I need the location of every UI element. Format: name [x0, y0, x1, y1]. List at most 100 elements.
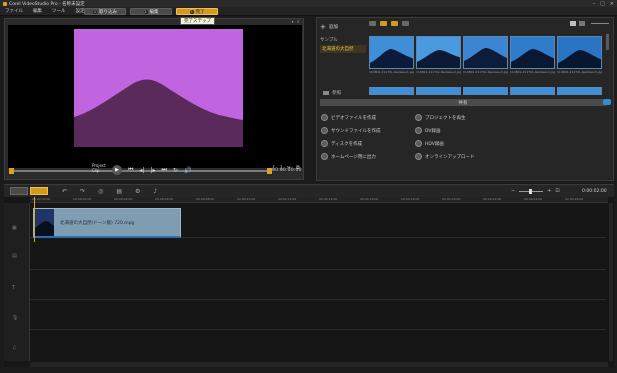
browse-button[interactable]: 参照	[323, 90, 341, 96]
video-filter-icon[interactable]	[380, 21, 387, 26]
clip-label: 北海道の大自然(ドーン版) 720.mpg	[60, 221, 135, 226]
zoom-in-icon[interactable]: +	[547, 188, 551, 194]
web-icon	[321, 153, 328, 160]
media-thumbnail[interactable]: 110801-21170L-Ikezawa-5.jpg	[557, 36, 602, 85]
minimize-button[interactable]: –	[593, 1, 596, 7]
ruler-tick: 00:00:10:00	[237, 197, 256, 201]
thumbnail-caption: 110801-21170L-Ikezawa-4.jpg	[510, 70, 555, 74]
create-disc-button[interactable]: ディスクを作成	[321, 139, 411, 148]
player-timecode[interactable]: 00:00:00:00	[272, 168, 302, 173]
menu-tools[interactable]: ツール	[47, 8, 71, 14]
share-toggle-icon[interactable]	[603, 99, 611, 105]
auto-music-icon[interactable]: ⚙	[135, 188, 140, 195]
zoom-out-icon[interactable]: −	[511, 188, 515, 194]
maximize-button[interactable]: □	[600, 1, 605, 7]
step-tabs: 1 取り込み 2 編集 3 完了	[84, 8, 218, 15]
playback-mode[interactable]: Project Clip	[92, 163, 106, 173]
time-ruler[interactable]: 00:00:00:00 00:00:02:00 00:00:04:00 00:0…	[30, 197, 608, 203]
plus-icon: +	[320, 23, 326, 31]
step-number: 2	[143, 9, 148, 14]
project-playback-button[interactable]: プロジェクトを再生	[415, 113, 505, 122]
hdv-recording-button[interactable]: HDV録画	[415, 139, 505, 148]
redo-icon[interactable]: ↷	[80, 188, 85, 195]
audio-filter-icon[interactable]	[402, 21, 409, 26]
timeline-horizontal-scrollbar[interactable]	[30, 362, 608, 367]
menu-file[interactable]: ファイル	[0, 8, 28, 14]
library-scrollbar[interactable]	[606, 34, 609, 50]
video-clip[interactable]: 北海道の大自然(ドーン版) 720.mpg	[33, 208, 181, 238]
audio-icon[interactable]: ♪	[153, 188, 157, 195]
close-button[interactable]: ×	[610, 1, 614, 7]
share-item-label: HDV録画	[425, 141, 444, 147]
volume-button[interactable]: 🔊	[184, 167, 191, 174]
track-divider	[30, 299, 606, 300]
globe-icon	[415, 153, 422, 160]
share-options-bar[interactable]: 共有	[320, 99, 606, 106]
ruler-tick: 00:00:18:00	[401, 197, 420, 201]
ruler-tick: 00:00:24:00	[524, 197, 543, 201]
share-item-label: ディスクを作成	[331, 141, 363, 147]
media-thumbnail[interactable]: 110801-21170L-Ikezawa-1.jpg	[369, 36, 414, 85]
music-track-icon[interactable]: ♫	[12, 345, 22, 352]
create-sound-file-button[interactable]: サウンドファイルを作成	[321, 126, 411, 135]
tab-label: 編集	[149, 9, 159, 15]
fit-project-icon[interactable]: ⊡	[555, 188, 559, 194]
undo-icon[interactable]: ↶	[62, 188, 67, 195]
ruler-tick: 00:00:26:00	[565, 197, 584, 201]
record-capture-icon[interactable]: ◎	[98, 188, 103, 195]
share-item-label: ホームページ用に出力	[331, 154, 376, 160]
panel-menu-icon[interactable]: ▾	[292, 19, 294, 24]
home-button[interactable]: ⏮	[128, 166, 133, 174]
timeline-vertical-scrollbar[interactable]	[609, 203, 613, 361]
video-frame	[74, 29, 243, 147]
online-upload-button[interactable]: オンラインアップロード	[415, 152, 505, 161]
previous-frame-button[interactable]: ◂|	[139, 167, 144, 174]
play-button[interactable]: ▶	[112, 165, 122, 175]
add-folder-button[interactable]: + 追加	[320, 23, 366, 31]
tab-capture[interactable]: 1 取り込み	[84, 8, 126, 15]
track-divider	[30, 269, 606, 270]
timeline-duration[interactable]: 0:00:02:00	[582, 189, 607, 194]
library-category[interactable]: サンプル	[320, 37, 366, 43]
end-button[interactable]: ⏭	[162, 166, 167, 174]
mix-icon[interactable]: ▤	[116, 188, 122, 195]
share-item-label: サウンドファイルを作成	[331, 128, 381, 134]
add-label: 追加	[328, 25, 338, 30]
create-video-file-button[interactable]: ビデオファイルを作成	[321, 113, 411, 122]
overlay-track-icon[interactable]: ▤	[12, 253, 22, 260]
thumbnail-view-icon[interactable]	[570, 21, 576, 26]
tab-share[interactable]: 3 完了	[176, 8, 218, 15]
zoom-slider[interactable]	[519, 188, 544, 194]
menu-edit[interactable]: 編集	[28, 8, 47, 14]
export-web-button[interactable]: ホームページ用に出力	[321, 152, 411, 161]
zoom-slider-knob[interactable]	[529, 188, 533, 194]
share-item-label: プロジェクトを再生	[425, 115, 466, 121]
thumbnail-size-slider[interactable]	[591, 23, 609, 24]
storyboard-view-button[interactable]	[10, 187, 28, 195]
view-toggle	[10, 187, 48, 195]
voice-track-icon[interactable]: 🎙	[12, 315, 22, 322]
film-icon	[321, 114, 328, 121]
repeat-button[interactable]: ↻	[173, 167, 178, 174]
media-folder-icon[interactable]	[369, 21, 376, 26]
panel-close-icon[interactable]: ×	[297, 19, 300, 24]
media-thumbnail[interactable]: 110801-21170L-Ikezawa-2.jpg	[416, 36, 461, 85]
preview-image	[74, 29, 243, 147]
media-thumbnail[interactable]: 110801-21170L-Ikezawa-4.jpg	[510, 36, 555, 85]
transport-controls: ▶ ⏮ ◂| |▸ ⏭ ↻ 🔊	[112, 165, 191, 175]
menu-bar: ファイル 編集 ツール 設定 1 取り込み 2 編集 3 完了	[0, 7, 617, 16]
timeline-playhead[interactable]	[34, 197, 35, 242]
media-thumbnail[interactable]: 110801-21170L-Ikezawa-3.jpg	[463, 36, 508, 85]
video-track-icon[interactable]: ▣	[12, 225, 22, 232]
clip-thumbnail	[34, 209, 54, 236]
next-frame-button[interactable]: |▸	[150, 167, 155, 174]
dv-recording-button[interactable]: DV録画	[415, 126, 505, 135]
list-view-icon[interactable]	[579, 21, 585, 26]
timeline-toolbar: ↶ ↷ ◎ ▤ ⚙ ♪ − + ⊡ 0:00:02:00	[4, 184, 614, 197]
title-track-icon[interactable]: T	[12, 285, 22, 292]
share-item-label: ビデオファイルを作成	[331, 115, 376, 121]
photo-filter-icon[interactable]	[391, 21, 398, 26]
tab-edit[interactable]: 2 編集	[130, 8, 172, 15]
timeline-view-button[interactable]	[30, 187, 48, 195]
library-folder-selected[interactable]: 北海道の大自然	[320, 45, 366, 53]
